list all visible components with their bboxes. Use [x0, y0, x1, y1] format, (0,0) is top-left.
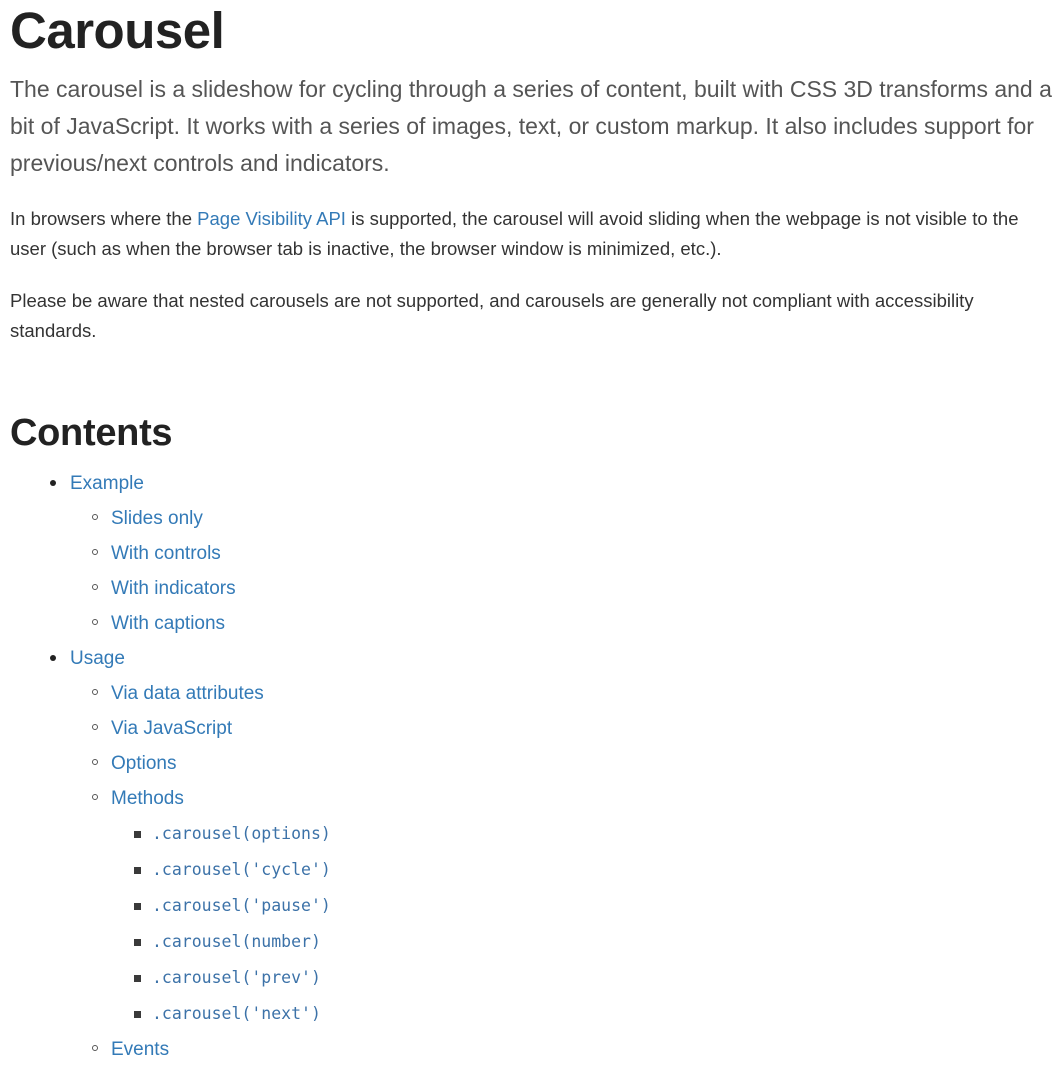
toc-link-example[interactable]: Example	[70, 466, 144, 501]
toc-link-via-data-attributes[interactable]: Via data attributes	[111, 676, 264, 711]
toc-link-slides-only[interactable]: Slides only	[111, 501, 203, 536]
toc-link-with-captions[interactable]: With captions	[111, 606, 225, 641]
paragraph-nested-carousels-warning: Please be aware that nested carousels ar…	[10, 290, 974, 342]
paragraph-page-visibility: In browsers where the Page Visibility AP…	[10, 204, 1054, 264]
toc-link-carousel-options[interactable]: .carousel(options)	[152, 816, 331, 852]
bullet-circle-icon	[92, 583, 98, 590]
list-item: Usage Via data attributes Via JavaScript…	[10, 641, 1054, 1067]
bullet-circle-icon	[92, 793, 98, 800]
page-title: Carousel	[10, 2, 225, 59]
bullet-disc-icon	[50, 479, 56, 486]
bullet-circle-icon	[92, 513, 98, 520]
toc-link-carousel-pause[interactable]: .carousel('pause')	[152, 888, 331, 924]
bullet-circle-icon	[92, 758, 98, 765]
toc-link-usage[interactable]: Usage	[70, 641, 125, 676]
toc-link-carousel-number[interactable]: .carousel(number)	[152, 924, 321, 960]
list-item: .carousel('prev')	[111, 960, 1054, 996]
list-item: With captions	[70, 606, 1054, 641]
table-of-contents: Example Slides only With controls With i…	[10, 466, 1054, 1067]
list-item: Example Slides only With controls With i…	[10, 466, 1054, 641]
toc-link-via-javascript[interactable]: Via JavaScript	[111, 711, 232, 746]
list-item: Via data attributes	[70, 676, 1054, 711]
list-item: With indicators	[70, 571, 1054, 606]
lead-paragraph: The carousel is a slideshow for cycling …	[10, 76, 1052, 177]
bullet-circle-icon	[92, 1044, 98, 1051]
paragraph-text-before-link: In browsers where the	[10, 208, 198, 230]
toc-sublist-example: Slides only With controls With indicator…	[70, 501, 1054, 641]
toc-link-carousel-cycle[interactable]: .carousel('cycle')	[152, 852, 331, 888]
list-item: .carousel(options)	[111, 816, 1054, 852]
toc-link-carousel-next[interactable]: .carousel('next')	[152, 996, 321, 1032]
list-item: .carousel(number)	[111, 924, 1054, 960]
list-item: .carousel('next')	[111, 996, 1054, 1032]
toc-sublist-methods: .carousel(options) .carousel('cycle') .c…	[111, 816, 1054, 1032]
list-item: Slides only	[70, 501, 1054, 536]
toc-sublist-usage: Via data attributes Via JavaScript Optio…	[70, 676, 1054, 1067]
bullet-circle-icon	[92, 618, 98, 625]
list-item: Events	[70, 1032, 1054, 1067]
page-visibility-api-link[interactable]: Page Visibility API	[197, 208, 346, 229]
list-item: Options	[70, 746, 1054, 781]
toc-link-carousel-prev[interactable]: .carousel('prev')	[152, 960, 321, 996]
bullet-square-icon	[134, 830, 141, 838]
toc-link-events[interactable]: Events	[111, 1032, 169, 1067]
toc-link-with-controls[interactable]: With controls	[111, 536, 221, 571]
bullet-square-icon	[134, 974, 141, 982]
bullet-square-icon	[134, 938, 141, 946]
bullet-square-icon	[134, 902, 141, 910]
documentation-page: Carousel The carousel is a slideshow for…	[0, 0, 1064, 1067]
toc-link-methods[interactable]: Methods	[111, 781, 184, 816]
toc-link-options[interactable]: Options	[111, 746, 176, 781]
bullet-disc-icon	[50, 654, 56, 661]
bullet-circle-icon	[92, 723, 98, 730]
bullet-square-icon	[134, 1010, 141, 1018]
list-item: Via JavaScript	[70, 711, 1054, 746]
contents-heading: Contents	[10, 412, 173, 455]
list-item: .carousel('pause')	[111, 888, 1054, 924]
list-item: .carousel('cycle')	[111, 852, 1054, 888]
toc-link-with-indicators[interactable]: With indicators	[111, 571, 236, 606]
list-item: Methods .carousel(options) .carousel('cy…	[70, 781, 1054, 1032]
list-item: With controls	[70, 536, 1054, 571]
bullet-circle-icon	[92, 688, 98, 695]
bullet-circle-icon	[92, 548, 98, 555]
bullet-square-icon	[134, 866, 141, 874]
